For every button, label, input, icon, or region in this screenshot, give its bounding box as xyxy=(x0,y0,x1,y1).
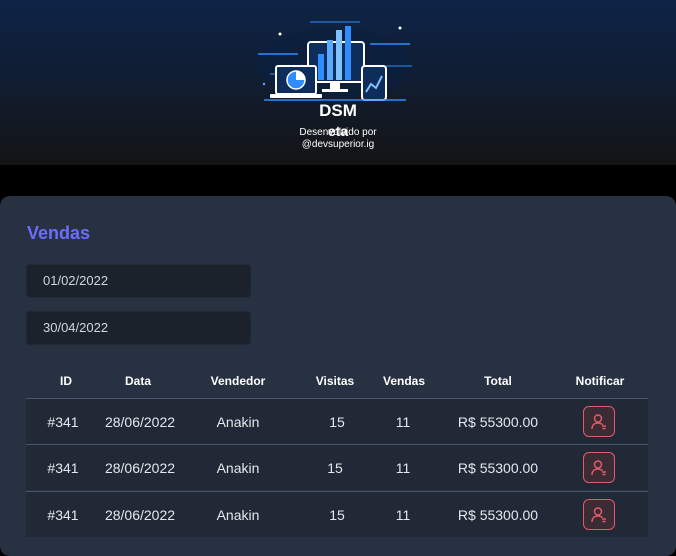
table-row: #341 28/06/2022 Anakin 15 11 R$ 55300.00 xyxy=(26,444,648,490)
column-header-notify: Notificar xyxy=(575,374,625,388)
credit-handle: @devsuperior.ig xyxy=(301,139,375,150)
column-header-total: Total xyxy=(484,374,512,388)
header: DSM Desenvolvido por eta @devsuperior.ig xyxy=(0,0,676,165)
cell-visits: 15 xyxy=(329,414,345,430)
start-date-input[interactable]: 01/02/2022 xyxy=(26,264,251,298)
cell-id: #341 xyxy=(47,414,79,430)
card-title: Vendas xyxy=(27,223,91,243)
bell-user-icon xyxy=(591,506,606,522)
brand-title: DSM xyxy=(319,101,357,120)
bell-user-icon xyxy=(591,459,606,475)
dashboard-illustration-icon xyxy=(257,21,413,101)
cell-visits: 15 xyxy=(327,460,343,476)
column-header-seller: Vendedor xyxy=(210,374,266,388)
column-header-deals: Vendas xyxy=(382,374,426,388)
sales-card: Vendas 01/02/2022 30/04/2022 ID Data Ven… xyxy=(0,196,676,556)
cell-total: R$ 55300.00 xyxy=(457,460,539,476)
cell-date: 28/06/2022 xyxy=(104,507,176,523)
cell-id: #341 xyxy=(47,507,79,523)
bell-user-icon xyxy=(591,413,606,429)
column-header-visits: Visitas xyxy=(315,374,355,388)
cell-total: R$ 55300.00 xyxy=(457,414,539,430)
cell-deals: 11 xyxy=(395,414,411,430)
end-date-input[interactable]: 30/04/2022 xyxy=(26,311,251,345)
cell-deals: 11 xyxy=(395,460,411,476)
table-row: #341 28/06/2022 Anakin 15 11 R$ 55300.00 xyxy=(26,491,648,537)
notify-button[interactable] xyxy=(583,452,615,483)
cell-date: 28/06/2022 xyxy=(104,414,176,430)
cell-seller: Anakin xyxy=(216,460,260,476)
credit-overlay: eta xyxy=(327,123,349,139)
column-header-id: ID xyxy=(60,374,72,388)
cell-deals: 11 xyxy=(395,507,411,523)
column-header-date: Data xyxy=(124,374,152,388)
cell-seller: Anakin xyxy=(216,414,260,430)
cell-visits: 15 xyxy=(329,507,345,523)
notify-button[interactable] xyxy=(583,499,615,530)
table-row: #341 28/06/2022 Anakin 15 11 R$ 55300.00 xyxy=(26,398,648,444)
cell-id: #341 xyxy=(47,460,79,476)
cell-date: 28/06/2022 xyxy=(104,460,176,476)
cell-seller: Anakin xyxy=(216,507,260,523)
notify-button[interactable] xyxy=(583,406,615,437)
cell-total: R$ 55300.00 xyxy=(457,507,539,523)
